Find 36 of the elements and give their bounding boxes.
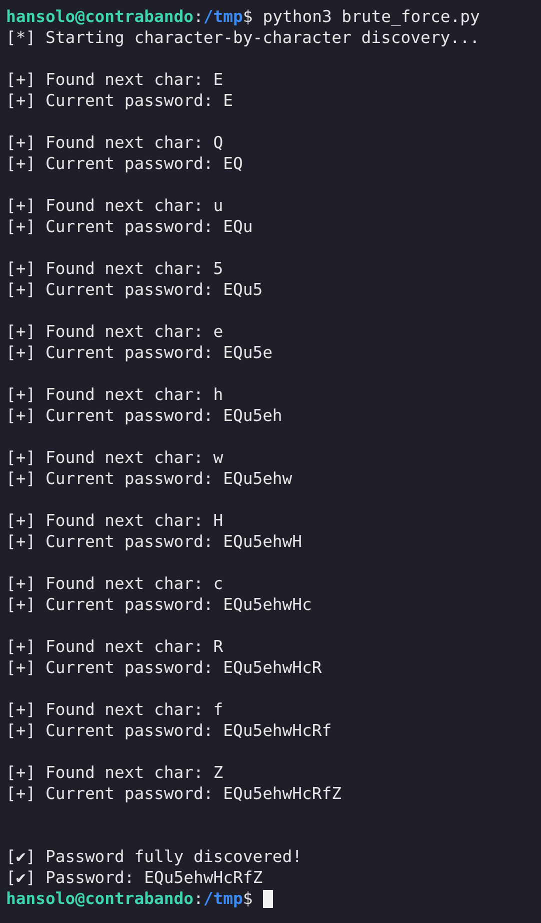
output-line: [+] Current password: EQu5eh <box>6 405 282 426</box>
output-line: [*] Starting character-by-character discovery... <box>6 27 480 48</box>
output-line: [+] Current password: EQu5ehwHcRf <box>6 720 332 741</box>
prompt-separator: : <box>194 6 204 27</box>
command-text: python3 brute_force.py <box>262 6 480 27</box>
output-line: [+] Current password: E <box>6 90 233 111</box>
prompt-symbol: $ <box>242 6 253 27</box>
output-line: [+] Found next char: h <box>6 384 224 405</box>
output-line: [+] Current password: EQu5ehwHcRfZ <box>6 783 342 804</box>
output-line: [✔] Password fully discovered! <box>6 846 302 867</box>
output-line: [+] Current password: EQu5ehw <box>6 468 292 489</box>
output-line: [+] Found next char: R <box>6 636 224 657</box>
prompt-path: /tmp <box>203 888 243 909</box>
output-line: [+] Found next char: Q <box>6 132 224 153</box>
prompt-symbol: $ <box>242 888 253 909</box>
output-line: [+] Found next char: f <box>6 699 224 720</box>
prompt-user-host: hansolo@contrabando <box>6 888 194 909</box>
output-line: [+] Found next char: e <box>6 321 224 342</box>
output-line: [+] Current password: EQu5ehwH <box>6 531 302 552</box>
output-line: [+] Current password: EQu5 <box>6 279 263 300</box>
output-line: [+] Current password: EQu <box>6 216 253 237</box>
prompt-separator: : <box>194 888 204 909</box>
output-line: [+] Found next char: w <box>6 447 224 468</box>
output-line: [+] Found next char: Z <box>6 762 224 783</box>
output-line: [✔] Password: EQu5ehwHcRfZ <box>6 867 263 888</box>
output-line: [+] Current password: EQu5ehwHc <box>6 594 312 615</box>
output-line: [+] Found next char: H <box>6 510 224 531</box>
output-line: [+] Found next char: E <box>6 69 224 90</box>
prompt-path: /tmp <box>203 6 243 27</box>
output-line: [+] Current password: EQu5e <box>6 342 272 363</box>
output-line: [+] Found next char: c <box>6 573 224 594</box>
output-line: [+] Current password: EQ <box>6 153 243 174</box>
output-line: [+] Current password: EQu5ehwHcR <box>6 657 322 678</box>
output-line: [+] Found next char: 5 <box>6 258 224 279</box>
prompt-user-host: hansolo@contrabando <box>6 6 194 27</box>
output-line: [+] Found next char: u <box>6 195 224 216</box>
